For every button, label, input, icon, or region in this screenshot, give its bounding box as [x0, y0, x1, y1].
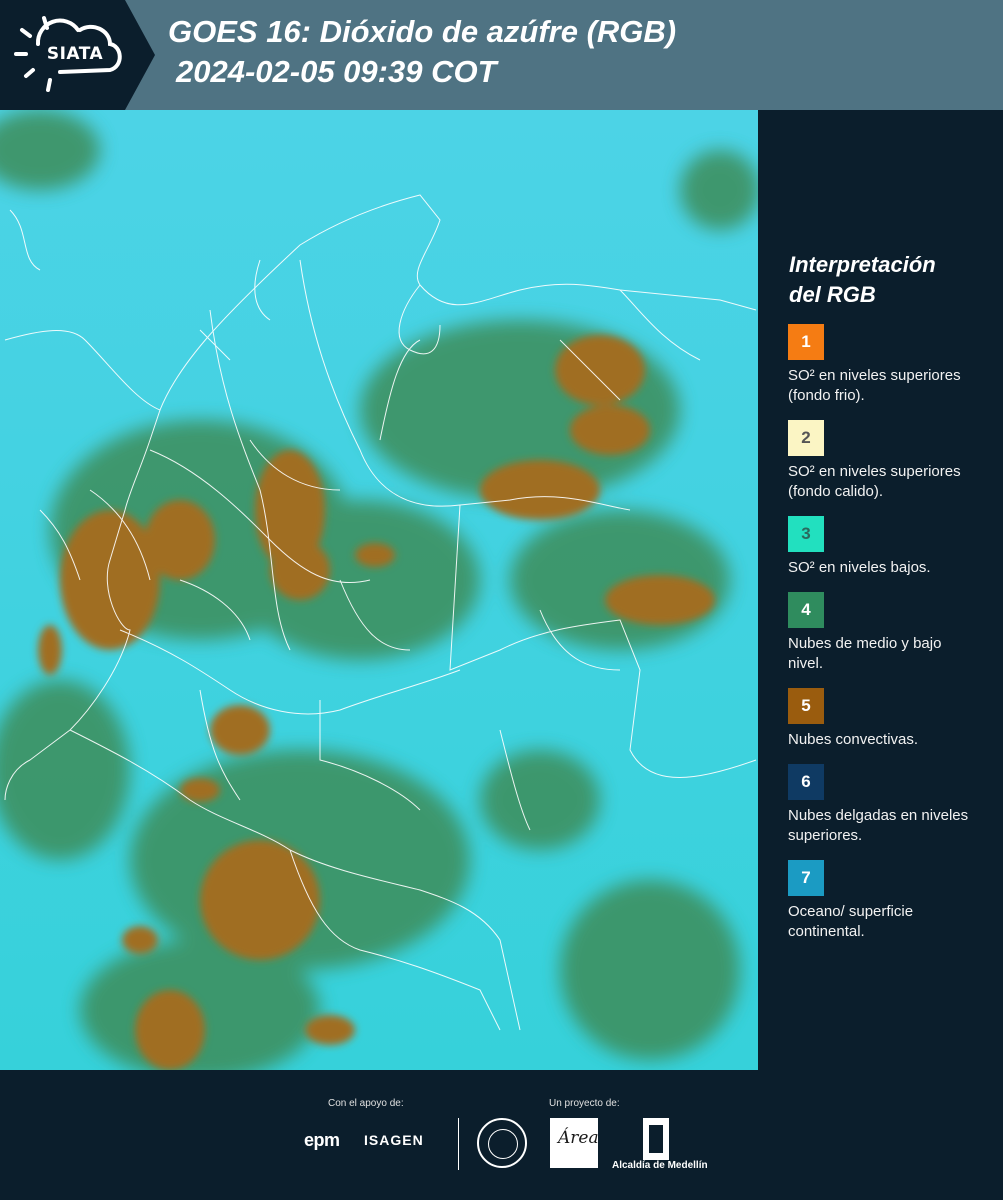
- legend-item-7: 7 Oceano/ superficie continental.: [775, 860, 975, 942]
- legend-label-4: Nubes de medio y bajo nivel.: [788, 635, 942, 672]
- legend-swatch-4: 4: [788, 592, 824, 628]
- legend-label-2: SO² en niveles superiores (fondo calido)…: [788, 463, 961, 500]
- legend-swatch-6: 6: [788, 764, 824, 800]
- medellin-seal-logo[interactable]: [477, 1118, 527, 1168]
- legend-label-7: Oceano/ superficie continental.: [788, 903, 914, 940]
- legend-panel: Interpretación del RGB 1 SO² en niveles s…: [775, 250, 975, 956]
- legend-item-6: 6 Nubes delgadas en niveles superiores.: [775, 764, 975, 846]
- area-metropolitana-logo[interactable]: Área: [550, 1118, 599, 1168]
- legend-items: 1 SO² en niveles superiores (fondo frio).…: [775, 324, 975, 942]
- satellite-map[interactable]: [0, 110, 758, 1070]
- legend-title: Interpretación del RGB: [789, 250, 975, 310]
- isagen-logo[interactable]: ISAGEN: [364, 1132, 424, 1148]
- siata-logo[interactable]: SIATA: [0, 0, 155, 110]
- legend-swatch-5: 5: [788, 688, 824, 724]
- logo-text: SIATA: [46, 44, 104, 64]
- project-caption: Un proyecto de:: [549, 1098, 620, 1109]
- alcaldia-logo-text: Alcaldía de Medellín: [612, 1160, 708, 1171]
- legend-swatch-7: 7: [788, 860, 824, 896]
- legend-label-6: Nubes delgadas en niveles superiores.: [788, 807, 969, 844]
- epm-logo[interactable]: epm: [304, 1130, 340, 1151]
- legend-item-3: 3 SO² en niveles bajos.: [775, 516, 975, 578]
- page-title: GOES 16: Dióxido de azúfre (RGB): [168, 14, 677, 49]
- legend-swatch-3: 3: [788, 516, 824, 552]
- legend-label-5: Nubes convectivas.: [788, 731, 919, 748]
- legend-item-2: 2 SO² en niveles superiores (fondo calido…: [775, 420, 975, 502]
- map-image: [0, 110, 758, 1070]
- timestamp-title: 2024-02-05 09:39 COT: [176, 54, 497, 89]
- legend-swatch-1: 1: [788, 324, 824, 360]
- footer-divider: [458, 1118, 459, 1170]
- legend-label-1: SO² en niveles superiores (fondo frio).: [788, 367, 961, 404]
- legend-title-line2: del RGB: [789, 282, 876, 307]
- alcaldia-emblem-icon[interactable]: [643, 1118, 669, 1160]
- legend-swatch-2: 2: [788, 420, 824, 456]
- footer-bar: Con el apoyo de: Un proyecto de: epm ISA…: [0, 1070, 1003, 1200]
- header-bar: SIATA GOES 16: Dióxido de azúfre (RGB) 2…: [0, 0, 1003, 110]
- legend-title-line1: Interpretación: [789, 252, 936, 277]
- legend-item-4: 4 Nubes de medio y bajo nivel.: [775, 592, 975, 674]
- area-logo-text: Área: [558, 1128, 599, 1148]
- support-caption: Con el apoyo de:: [328, 1098, 404, 1109]
- legend-label-3: SO² en niveles bajos.: [788, 559, 931, 576]
- legend-item-5: 5 Nubes convectivas.: [775, 688, 975, 750]
- legend-item-1: 1 SO² en niveles superiores (fondo frio).: [775, 324, 975, 406]
